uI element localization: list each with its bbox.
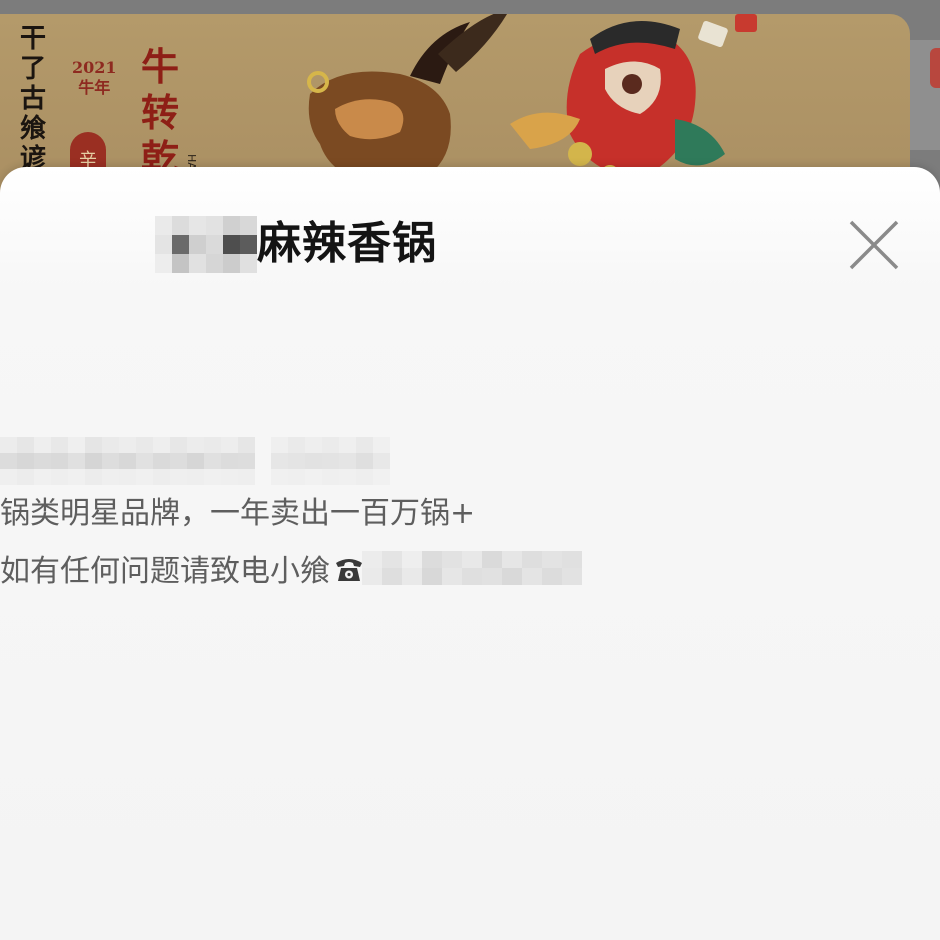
redacted-phone-number[interactable] xyxy=(362,551,582,585)
banner-next-slide-accent xyxy=(930,48,940,88)
poster-year: 2021 牛年 xyxy=(72,58,117,97)
contact-line: 如有任何问题请致电小飨 xyxy=(0,541,940,595)
poster-vertical-text: 干了古飨谚 xyxy=(19,24,46,174)
store-info-sheet: 麻辣香锅 锅类明星品牌，一年卖出一百万锅+ 如有任何问题请致电小飨 xyxy=(0,167,940,940)
store-info: 锅类明星品牌，一年卖出一百万锅+ 如有任何问题请致电小飨 xyxy=(0,437,940,595)
redacted-store-name xyxy=(0,437,940,485)
redacted-brand-name xyxy=(155,215,257,273)
close-icon xyxy=(849,220,899,270)
store-title: 麻辣香锅 xyxy=(257,218,437,269)
close-button[interactable] xyxy=(846,219,902,271)
store-description: 锅类明星品牌，一年卖出一百万锅+ xyxy=(0,496,476,531)
telephone-icon xyxy=(336,559,362,581)
sheet-title: 麻辣香锅 xyxy=(155,215,437,273)
poster-title: 牛转乾 xyxy=(140,44,179,181)
contact-prefix: 如有任何问题请致电小飨 xyxy=(0,554,330,589)
